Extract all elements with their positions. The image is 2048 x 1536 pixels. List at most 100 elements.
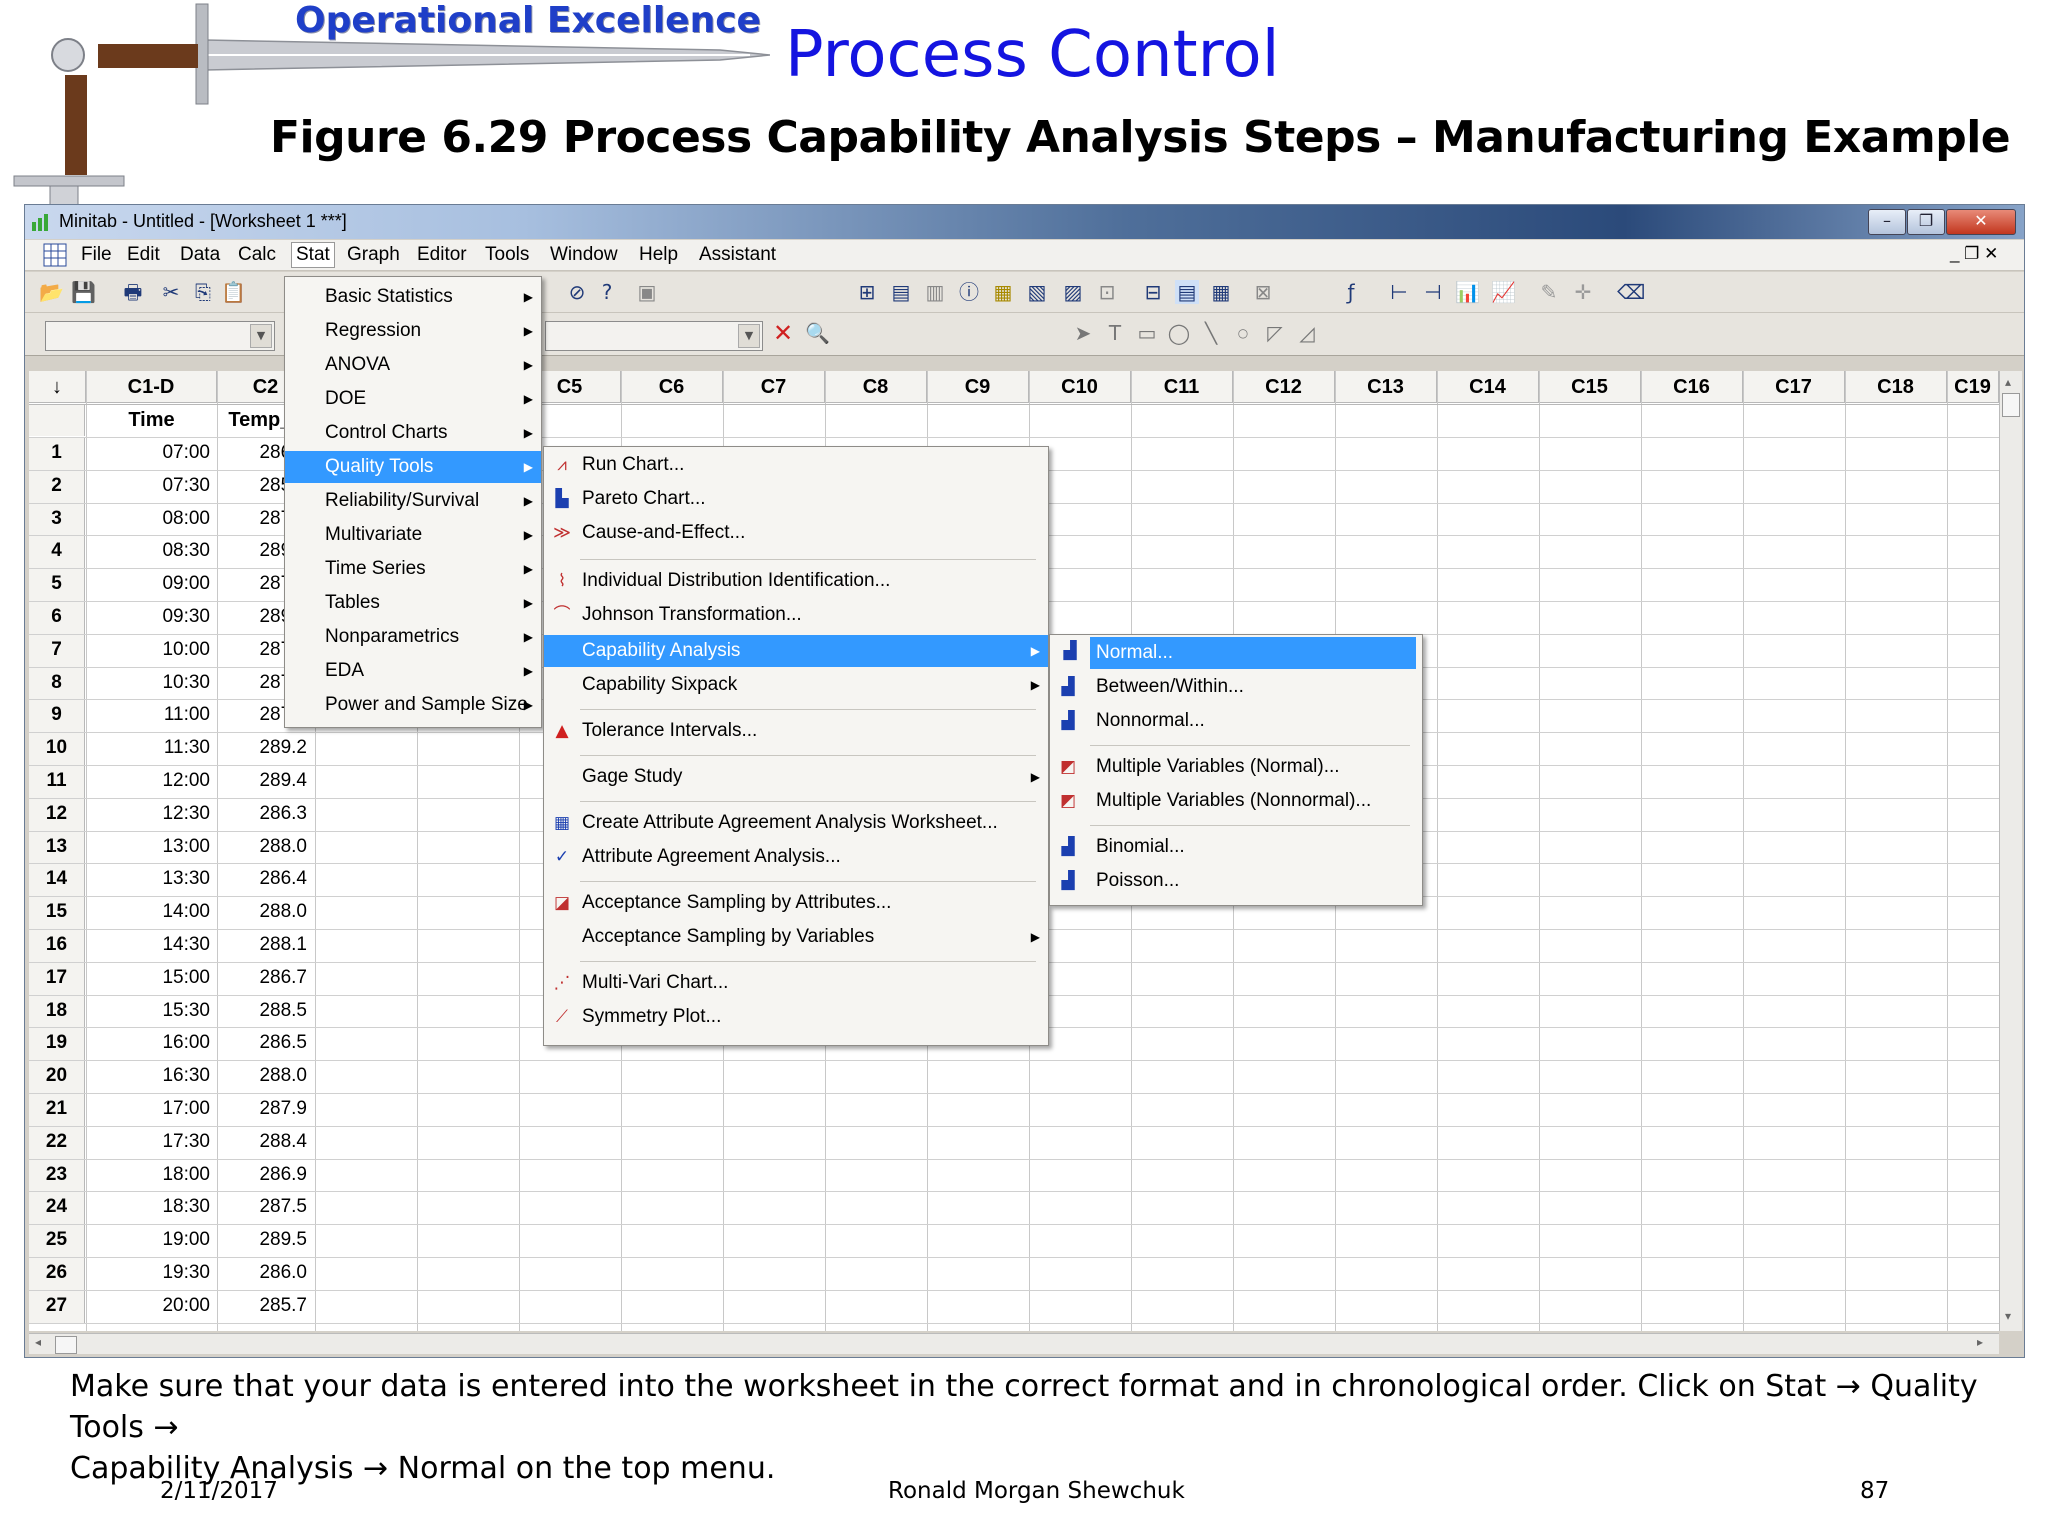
project-manager-icon[interactable]: ⊡ (1095, 280, 1119, 304)
column-combo[interactable]: ▼ (545, 321, 763, 351)
cancel-x-icon[interactable]: ✕ (771, 321, 795, 345)
scroll-left-icon[interactable]: ◂ (35, 1335, 41, 1349)
crosshair-icon[interactable]: ✛ (1571, 280, 1595, 304)
row-number[interactable]: 3 (29, 503, 85, 536)
row-number[interactable]: 12 (29, 798, 85, 831)
menu-normal[interactable]: Normal... (1090, 637, 1416, 669)
cell-time[interactable]: 07:30 (86, 470, 216, 502)
menu-tolerance-intervals[interactable]: ▲ Tolerance Intervals... (544, 715, 1048, 747)
cell-temp[interactable]: 287.5 (217, 1191, 315, 1223)
row-number[interactable]: 26 (29, 1257, 85, 1290)
menu-edit[interactable]: Edit (127, 244, 160, 266)
column-header-c18[interactable]: C18 (1845, 371, 1947, 403)
menu-stat[interactable]: Stat (291, 242, 335, 268)
restore-button[interactable]: ❐ (1907, 209, 1945, 235)
row-number[interactable]: 25 (29, 1224, 85, 1257)
scroll-thumb[interactable] (55, 1336, 77, 1354)
menu-run-chart[interactable]: ⩘ Run Chart... (544, 449, 1048, 481)
row-number[interactable]: 7 (29, 634, 85, 667)
insert-column-icon[interactable]: ⊣ (1421, 280, 1445, 304)
window-titlebar[interactable]: Minitab - Untitled - [Worksheet 1 ***] –… (25, 205, 2024, 239)
menu-gage-study[interactable]: Gage Study ▶ (544, 761, 1048, 793)
row-number[interactable]: 6 (29, 601, 85, 634)
cell-temp[interactable]: 286.0 (217, 1257, 315, 1289)
cell-time[interactable]: 08:00 (86, 503, 216, 535)
row-number[interactable]: 10 (29, 732, 85, 765)
menu-create-attribute-worksheet[interactable]: ▦ Create Attribute Agreement Analysis Wor… (544, 807, 1048, 839)
cell-temp[interactable]: 288.0 (217, 896, 315, 928)
column-header-c17[interactable]: C17 (1743, 371, 1845, 403)
related-documents-icon[interactable]: ▨ (1061, 280, 1085, 304)
insert-row-icon[interactable]: ⊢ (1387, 280, 1411, 304)
menu-binomial[interactable]: ▟ Binomial... (1050, 831, 1422, 863)
cell-time[interactable]: 17:00 (86, 1093, 216, 1125)
cell-temp[interactable]: 286.3 (217, 798, 315, 830)
worksheet-folder-icon[interactable]: ▤ (889, 280, 913, 304)
menu-acceptance-attributes[interactable]: ◪ Acceptance Sampling by Attributes... (544, 887, 1048, 919)
row-number[interactable]: 13 (29, 831, 85, 864)
text-tool-icon[interactable]: T (1103, 321, 1127, 345)
menu-reliability[interactable]: Reliability/Survival ▶ (285, 485, 541, 517)
menu-quality-tools[interactable]: Quality Tools ▶ (285, 451, 541, 483)
stat-chart-icon[interactable]: 📈 (1491, 280, 1516, 304)
menu-regression[interactable]: Regression ▶ (285, 315, 541, 347)
cell-time[interactable]: 17:30 (86, 1126, 216, 1158)
column-header-c11[interactable]: C11 (1131, 371, 1233, 403)
cell-time[interactable]: 13:00 (86, 831, 216, 863)
scroll-down-icon[interactable]: ▾ (2005, 1309, 2011, 1323)
ellipse-tool-icon[interactable]: ◯ (1167, 321, 1191, 345)
row-number[interactable]: 2 (29, 470, 85, 503)
cell-time[interactable]: 12:30 (86, 798, 216, 830)
worksheet-combo[interactable]: ▼ (45, 321, 275, 351)
menu-nonparametrics[interactable]: Nonparametrics ▶ (285, 621, 541, 653)
scroll-right-icon[interactable]: ▸ (1977, 1335, 1983, 1349)
column-header-c13[interactable]: C13 (1335, 371, 1437, 403)
select-arrow-icon[interactable]: ➤ (1071, 321, 1095, 345)
session-window-icon[interactable]: ⊞ (855, 280, 879, 304)
cell-time[interactable]: 12:00 (86, 765, 216, 797)
cell-temp[interactable]: 289.5 (217, 1224, 315, 1256)
report-pad-icon[interactable]: ▧ (1025, 280, 1049, 304)
cell-time[interactable]: 15:00 (86, 962, 216, 994)
cell-temp[interactable]: 288.1 (217, 929, 315, 961)
row-number[interactable]: 24 (29, 1191, 85, 1224)
combo-arrow-icon[interactable]: ▼ (250, 324, 272, 348)
column-header-c12[interactable]: C12 (1233, 371, 1335, 403)
cell-temp[interactable]: 289.2 (217, 732, 315, 764)
cell-time[interactable]: 11:30 (86, 732, 216, 764)
cell-temp[interactable]: 289.4 (217, 765, 315, 797)
row-number[interactable]: 15 (29, 896, 85, 929)
cell-time[interactable]: 10:30 (86, 667, 216, 699)
menu-distribution-identification[interactable]: ⌇ Individual Distribution Identification.… (544, 565, 1048, 597)
row-number[interactable]: 20 (29, 1060, 85, 1093)
save-icon[interactable]: 💾 (71, 280, 96, 304)
delete-icon[interactable]: ⊠ (1251, 280, 1275, 304)
row-number[interactable]: 9 (29, 699, 85, 732)
cell-temp[interactable]: 286.4 (217, 863, 315, 895)
row-number[interactable]: 4 (29, 535, 85, 568)
row-number[interactable]: 11 (29, 765, 85, 798)
menu-multiple-variables-normal[interactable]: ◩ Multiple Variables (Normal)... (1050, 751, 1422, 783)
menu-nonnormal[interactable]: ▟ Nonnormal... (1050, 705, 1422, 737)
print-icon[interactable]: 🖶 (121, 280, 145, 304)
row-number[interactable]: 23 (29, 1159, 85, 1192)
row-number[interactable]: 21 (29, 1093, 85, 1126)
cell-time[interactable]: 16:30 (86, 1060, 216, 1092)
polyline-tool-icon[interactable]: ◿ (1295, 321, 1319, 345)
column-header-c6[interactable]: C6 (621, 371, 723, 403)
cell-temp[interactable]: 288.0 (217, 1060, 315, 1092)
stop-icon[interactable]: ▣ (635, 280, 659, 304)
marker-tool-icon[interactable]: ○ (1231, 321, 1255, 345)
row-number[interactable]: 1 (29, 437, 85, 470)
row-number[interactable]: 27 (29, 1290, 85, 1323)
column-header-c16[interactable]: C16 (1641, 371, 1743, 403)
graph-folder-icon[interactable]: ▥ (923, 280, 947, 304)
row-number[interactable]: 19 (29, 1027, 85, 1060)
column-header-c1[interactable]: C1-D (86, 371, 217, 403)
menu-multiple-variables-nonnormal[interactable]: ◩ Multiple Variables (Nonnormal)... (1050, 785, 1422, 817)
eraser-icon[interactable]: ⌫ (1617, 280, 1645, 304)
open-icon[interactable]: 📂 (39, 280, 64, 304)
menu-between-within[interactable]: ▟ Between/Within... (1050, 671, 1422, 703)
combo-arrow-icon[interactable]: ▼ (738, 324, 760, 348)
menu-johnson-transformation[interactable]: ⌒ Johnson Transformation... (544, 599, 1048, 631)
